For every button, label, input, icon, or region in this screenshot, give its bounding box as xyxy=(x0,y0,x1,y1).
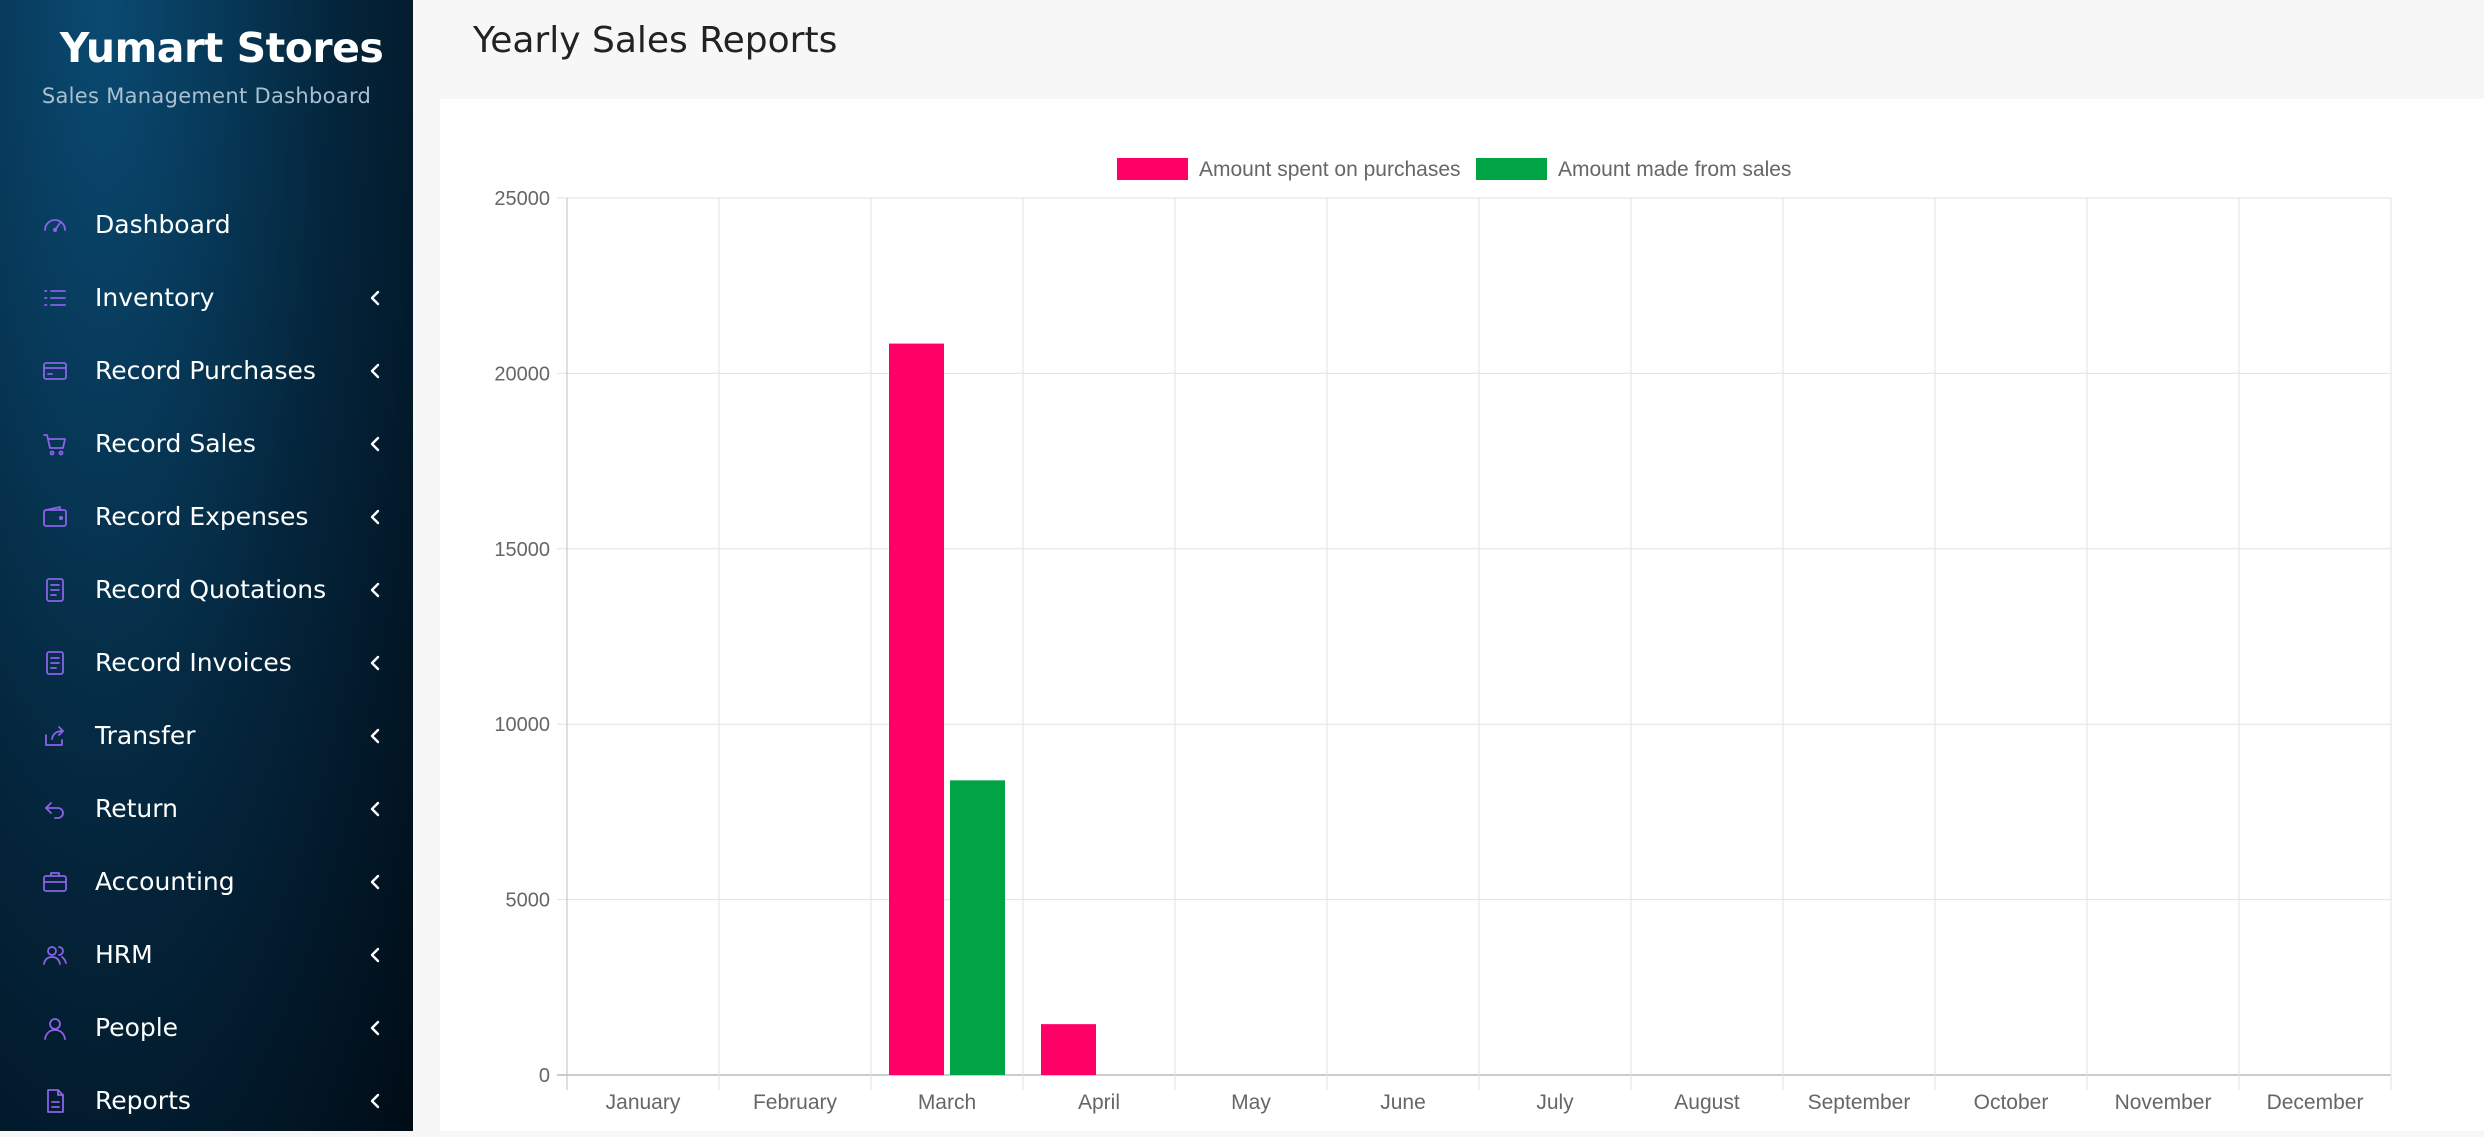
bar-purchases-march[interactable] xyxy=(889,343,944,1075)
sidebar: Yumart Stores Sales Management Dashboard… xyxy=(0,0,413,1131)
chevron-left-icon[interactable] xyxy=(366,289,384,307)
bar-sales-march[interactable] xyxy=(950,780,1005,1075)
invoice-icon xyxy=(40,648,70,678)
legend-swatch[interactable] xyxy=(1117,158,1188,180)
page-title: Yearly Sales Reports xyxy=(473,20,838,61)
chevron-left-icon[interactable] xyxy=(366,1092,384,1110)
x-tick-label: January xyxy=(606,1091,681,1114)
legend-label[interactable]: Amount made from sales xyxy=(1558,158,1791,181)
sidebar-item-label: Record Sales xyxy=(95,429,256,458)
x-tick-label: April xyxy=(1078,1091,1120,1114)
y-tick-label: 5000 xyxy=(506,890,551,912)
sidebar-item-label: Inventory xyxy=(95,283,215,312)
brand-title: Yumart Stores xyxy=(59,24,384,72)
sidebar-nav: Dashboard Inventory Record Purchases Record… xyxy=(0,188,413,1137)
sidebar-item-label: Accounting xyxy=(95,867,235,896)
x-tick-label: September xyxy=(1808,1091,1911,1114)
sidebar-item-return[interactable]: Return xyxy=(0,772,413,845)
sidebar-item-inventory[interactable]: Inventory xyxy=(0,261,413,334)
sidebar-item-label: People xyxy=(95,1013,179,1042)
legend-swatch[interactable] xyxy=(1476,158,1547,180)
briefcase-icon xyxy=(40,867,70,897)
y-tick-label: 20000 xyxy=(494,363,550,385)
chevron-left-icon[interactable] xyxy=(366,581,384,599)
sidebar-item-label: Transfer xyxy=(95,721,196,750)
sidebar-item-record-invoices[interactable]: Record Invoices xyxy=(0,626,413,699)
sidebar-item-label: Record Purchases xyxy=(95,356,316,385)
y-tick-label: 0 xyxy=(539,1065,550,1087)
chevron-left-icon[interactable] xyxy=(366,873,384,891)
sidebar-item-dashboard[interactable]: Dashboard xyxy=(0,188,413,261)
sidebar-item-reports[interactable]: Reports xyxy=(0,1064,413,1137)
sidebar-item-transfer[interactable]: Transfer xyxy=(0,699,413,772)
x-tick-label: November xyxy=(2115,1091,2212,1114)
y-tick-label: 25000 xyxy=(494,188,550,210)
file-icon xyxy=(40,1086,70,1116)
sidebar-item-people[interactable]: People xyxy=(0,991,413,1064)
list-icon xyxy=(40,283,70,313)
sidebar-item-label: HRM xyxy=(95,940,153,969)
bar-purchases-april[interactable] xyxy=(1041,1024,1096,1075)
sidebar-item-label: Dashboard xyxy=(95,210,231,239)
chevron-left-icon[interactable] xyxy=(366,727,384,745)
x-tick-label: December xyxy=(2267,1091,2364,1114)
sidebar-item-record-expenses[interactable]: Record Expenses xyxy=(0,480,413,553)
sidebar-item-label: Return xyxy=(95,794,178,823)
x-tick-label: March xyxy=(918,1091,976,1114)
chevron-left-icon[interactable] xyxy=(366,508,384,526)
sidebar-item-record-quotations[interactable]: Record Quotations xyxy=(0,553,413,626)
chevron-left-icon[interactable] xyxy=(366,362,384,380)
sidebar-item-label: Record Quotations xyxy=(95,575,327,604)
credit-card-icon xyxy=(40,356,70,386)
user-icon xyxy=(40,1013,70,1043)
chevron-left-icon[interactable] xyxy=(366,654,384,672)
chevron-left-icon[interactable] xyxy=(366,800,384,818)
sidebar-item-hrm[interactable]: HRM xyxy=(0,918,413,991)
sidebar-item-record-sales[interactable]: Record Sales xyxy=(0,407,413,480)
x-tick-label: February xyxy=(753,1091,838,1114)
chart-card: 0 5000 10000 15000 20000 25000 January February… xyxy=(440,99,2484,1131)
chevron-left-icon[interactable] xyxy=(366,1019,384,1037)
x-tick-label: May xyxy=(1231,1091,1271,1114)
share-icon xyxy=(40,721,70,751)
wallet-icon xyxy=(40,502,70,532)
y-tick-label: 15000 xyxy=(494,539,550,561)
chevron-left-icon[interactable] xyxy=(366,435,384,453)
x-tick-label: October xyxy=(1974,1091,2049,1114)
cart-icon xyxy=(40,429,70,459)
sidebar-item-label: Record Expenses xyxy=(95,502,309,531)
legend-label[interactable]: Amount spent on purchases xyxy=(1199,158,1461,181)
sidebar-item-accounting[interactable]: Accounting xyxy=(0,845,413,918)
x-tick-label: August xyxy=(1674,1091,1740,1114)
brand-subtitle: Sales Management Dashboard xyxy=(41,84,372,108)
brand: Yumart Stores Sales Management Dashboard xyxy=(0,24,413,108)
sidebar-item-record-purchases[interactable]: Record Purchases xyxy=(0,334,413,407)
x-tick-label: July xyxy=(1536,1091,1574,1114)
x-tick-label: June xyxy=(1380,1091,1426,1114)
users-icon xyxy=(40,940,70,970)
sales-bar-chart: 0 5000 10000 15000 20000 25000 January February… xyxy=(494,158,2392,1114)
document-icon xyxy=(40,575,70,605)
sidebar-item-label: Reports xyxy=(95,1086,191,1115)
return-icon xyxy=(40,794,70,824)
gauge-icon xyxy=(40,210,70,240)
sidebar-item-label: Record Invoices xyxy=(95,648,292,677)
y-tick-label: 10000 xyxy=(494,714,550,736)
chevron-left-icon[interactable] xyxy=(366,946,384,964)
